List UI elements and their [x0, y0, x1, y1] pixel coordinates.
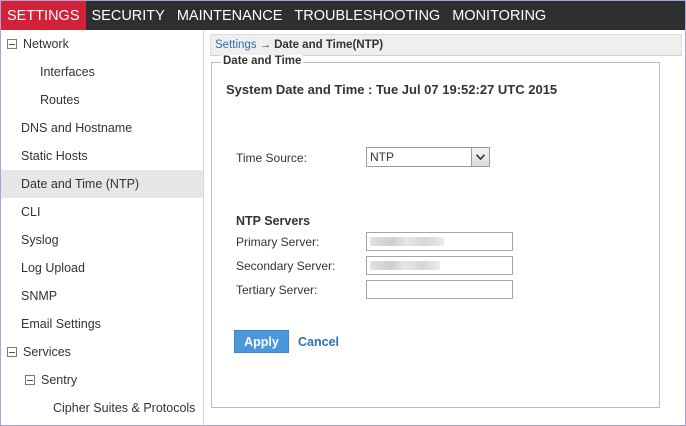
- apply-button[interactable]: Apply: [234, 330, 289, 353]
- primary-server-input[interactable]: [366, 232, 513, 251]
- ntp-servers-title: NTP Servers: [236, 214, 311, 228]
- tertiary-server-label: Tertiary Server:: [236, 283, 318, 297]
- sidebar-item-services[interactable]: Services: [1, 338, 203, 366]
- time-source-value: NTP: [370, 150, 394, 164]
- redacted-value: [370, 237, 444, 246]
- time-source-select[interactable]: NTP: [366, 147, 490, 167]
- sidebar-item-label: Sentry: [41, 373, 78, 387]
- minus-box-icon[interactable]: [7, 39, 17, 49]
- sidebar-item-label: CLI: [21, 205, 41, 219]
- breadcrumb-arrow-icon: →: [259, 39, 272, 51]
- minus-box-icon[interactable]: [7, 347, 17, 357]
- sidebar-item-cli[interactable]: CLI: [1, 198, 203, 226]
- sidebar-item-interfaces[interactable]: Interfaces: [1, 58, 203, 86]
- sidebar-item-network[interactable]: Network: [1, 30, 203, 58]
- sidebar-item-label: Email Settings: [21, 317, 101, 331]
- top-nav: SETTINGS SECURITY MAINTENANCE TROUBLESHO…: [1, 1, 685, 30]
- system-date-time: System Date and Time : Tue Jul 07 19:52:…: [226, 82, 558, 97]
- sidebar-item-dns-and-hostname[interactable]: DNS and Hostname: [1, 114, 203, 142]
- tab-security[interactable]: SECURITY: [86, 1, 171, 30]
- redacted-value: [370, 261, 440, 270]
- cancel-link[interactable]: Cancel: [298, 335, 339, 349]
- sidebar-item-label: DNS and Hostname: [21, 121, 133, 135]
- chevron-down-icon[interactable]: [471, 148, 489, 166]
- sidebar-item-label: Interfaces: [40, 65, 95, 79]
- tab-troubleshooting[interactable]: TROUBLESHOOTING: [288, 1, 446, 30]
- sidebar-item-label: Services: [23, 345, 71, 359]
- sidebar-item-sentry[interactable]: Sentry: [1, 366, 203, 394]
- secondary-server-input[interactable]: [366, 256, 513, 275]
- sidebar-item-label: Static Hosts: [21, 149, 88, 163]
- tab-maintenance[interactable]: MAINTENANCE: [171, 1, 289, 30]
- primary-server-label: Primary Server:: [236, 235, 320, 249]
- sidebar-item-label: Syslog: [21, 233, 59, 247]
- secondary-server-label: Secondary Server:: [236, 259, 336, 273]
- sidebar-item-label: Cipher Suites & Protocols: [53, 401, 196, 415]
- sidebar-item-label: Routes: [40, 93, 80, 107]
- breadcrumb-settings-link[interactable]: Settings: [215, 39, 257, 51]
- tab-settings[interactable]: SETTINGS: [1, 1, 86, 30]
- breadcrumb: Settings → Date and Time(NTP): [210, 34, 682, 56]
- sidebar-item-label: Log Upload: [21, 261, 85, 275]
- sidebar-item-cipher-suites[interactable]: Cipher Suites & Protocols: [1, 394, 203, 422]
- sidebar-item-label: Date and Time (NTP): [21, 177, 140, 191]
- time-source-label: Time Source:: [236, 151, 307, 165]
- sidebar: Network Interfaces Routes DNS and Hostna…: [1, 30, 204, 425]
- sidebar-item-date-and-time[interactable]: Date and Time (NTP): [1, 170, 203, 198]
- main-content: Settings → Date and Time(NTP) Date and T…: [210, 30, 685, 425]
- sidebar-item-email-settings[interactable]: Email Settings: [1, 310, 203, 338]
- sidebar-item-label: Network: [23, 37, 69, 51]
- minus-box-icon[interactable]: [25, 375, 35, 385]
- sidebar-item-snmp[interactable]: SNMP: [1, 282, 203, 310]
- sidebar-item-routes[interactable]: Routes: [1, 86, 203, 114]
- sidebar-item-static-hosts[interactable]: Static Hosts: [1, 142, 203, 170]
- sidebar-item-log-upload[interactable]: Log Upload: [1, 254, 203, 282]
- panel-legend: Date and Time: [221, 55, 304, 67]
- sidebar-item-syslog[interactable]: Syslog: [1, 226, 203, 254]
- breadcrumb-current: Date and Time(NTP): [274, 39, 384, 51]
- sidebar-item-label: SNMP: [21, 289, 58, 303]
- tab-monitoring[interactable]: MONITORING: [446, 1, 552, 30]
- tertiary-server-input[interactable]: [366, 280, 513, 299]
